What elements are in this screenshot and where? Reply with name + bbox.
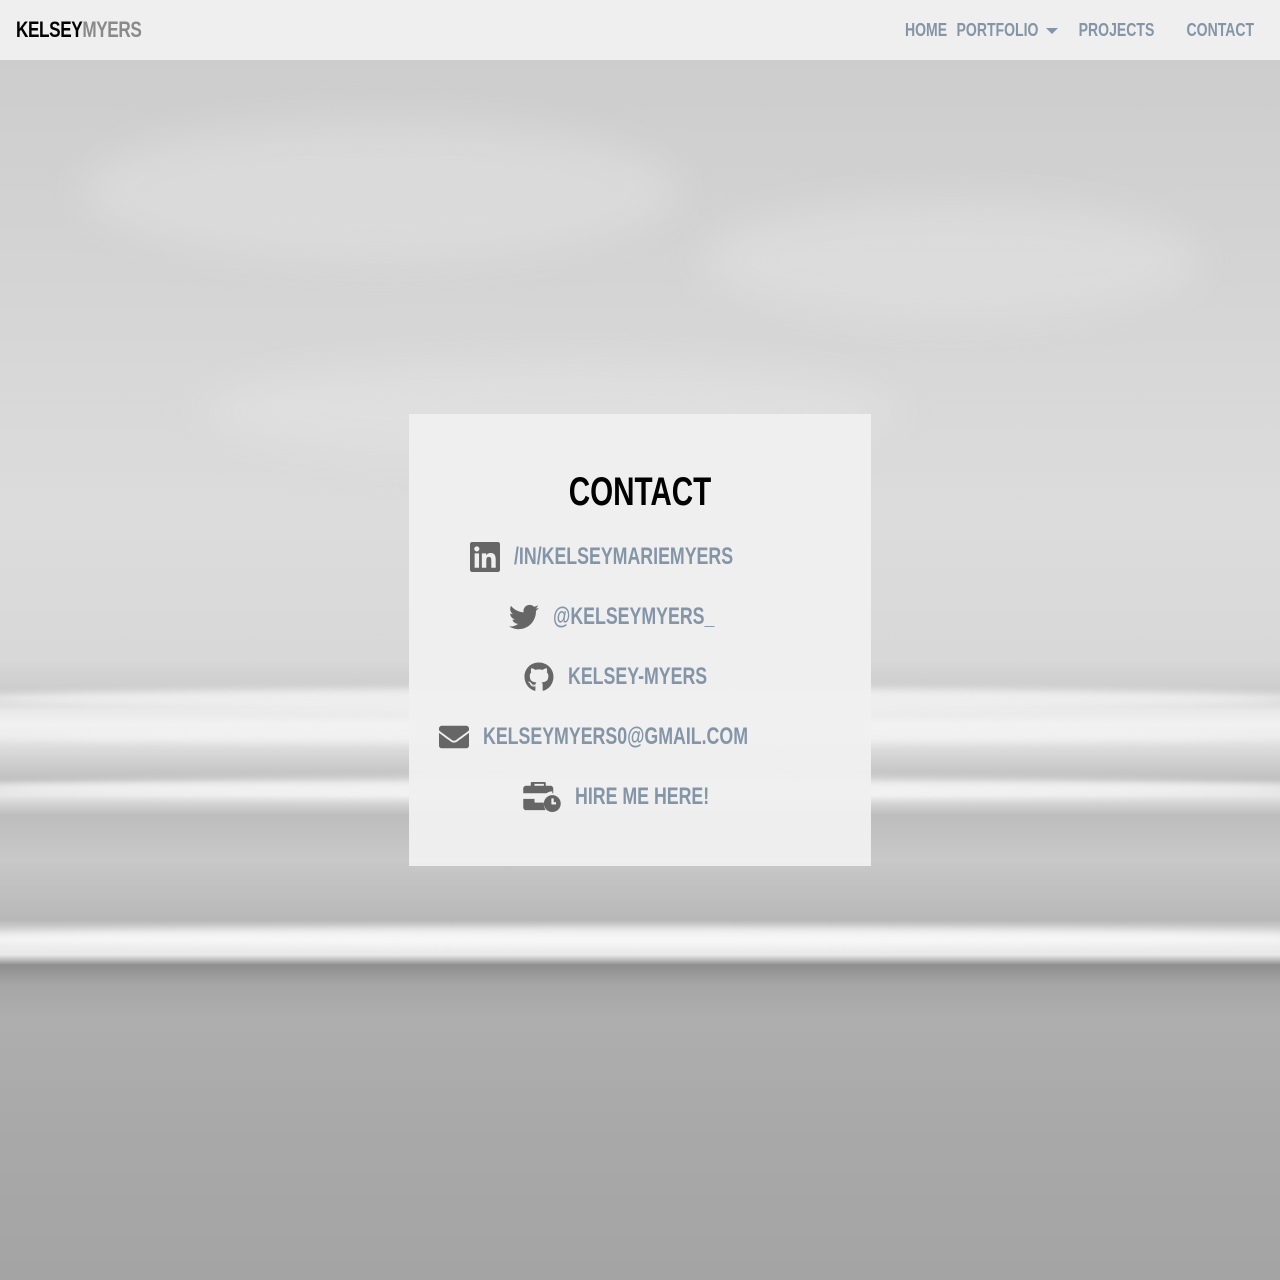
linkedin-text: /IN/KELSEYMARIEMYERS [513, 543, 734, 570]
github-icon [524, 662, 554, 692]
twitter-link[interactable]: @KELSEYMYERS_ [409, 587, 871, 647]
email-link[interactable]: KELSEYMYERS0@GMAIL.COM [409, 707, 871, 767]
twitter-text: @KELSEYMYERS_ [552, 603, 715, 630]
nav-portfolio-dropdown[interactable]: PORTFOLIO [945, 20, 1059, 41]
nav-projects-link[interactable]: PROJECTS [1079, 20, 1155, 41]
contact-list: /IN/KELSEYMARIEMYERS @KELSEYMYERS_ KELSE… [409, 527, 871, 827]
email-text: KELSEYMYERS0@GMAIL.COM [482, 723, 748, 750]
github-link[interactable]: KELSEY-MYERS [409, 647, 871, 707]
contact-title: CONTACT [568, 470, 712, 514]
navbar: KELSEYMYERS HOME PORTFOLIO PROJECTS CONT… [0, 0, 1280, 60]
hire-me-text: HIRE ME HERE! [575, 783, 710, 810]
hire-me-link[interactable]: HIRE ME HERE! [409, 767, 871, 827]
nav-portfolio-link[interactable]: PORTFOLIO [957, 20, 1039, 41]
brand-last-name: MYERS [82, 17, 142, 42]
nav-home-link[interactable]: HOME [905, 20, 947, 41]
contact-card: CONTACT /IN/KELSEYMARIEMYERS @KELSEYMYER… [409, 414, 871, 866]
brand-logo[interactable]: KELSEYMYERS [16, 17, 142, 43]
twitter-icon [508, 602, 539, 632]
nav-contact-link[interactable]: CONTACT [1187, 20, 1255, 41]
envelope-icon [438, 722, 469, 752]
linkedin-icon [469, 542, 500, 572]
github-text: KELSEY-MYERS [567, 663, 708, 690]
nav-links: HOME PORTFOLIO PROJECTS CONTACT [899, 0, 1264, 60]
chevron-down-icon [1046, 28, 1059, 34]
brand-first-name: KELSEY [16, 17, 83, 42]
linkedin-link[interactable]: /IN/KELSEYMARIEMYERS [409, 527, 871, 587]
business-time-icon [523, 782, 562, 812]
